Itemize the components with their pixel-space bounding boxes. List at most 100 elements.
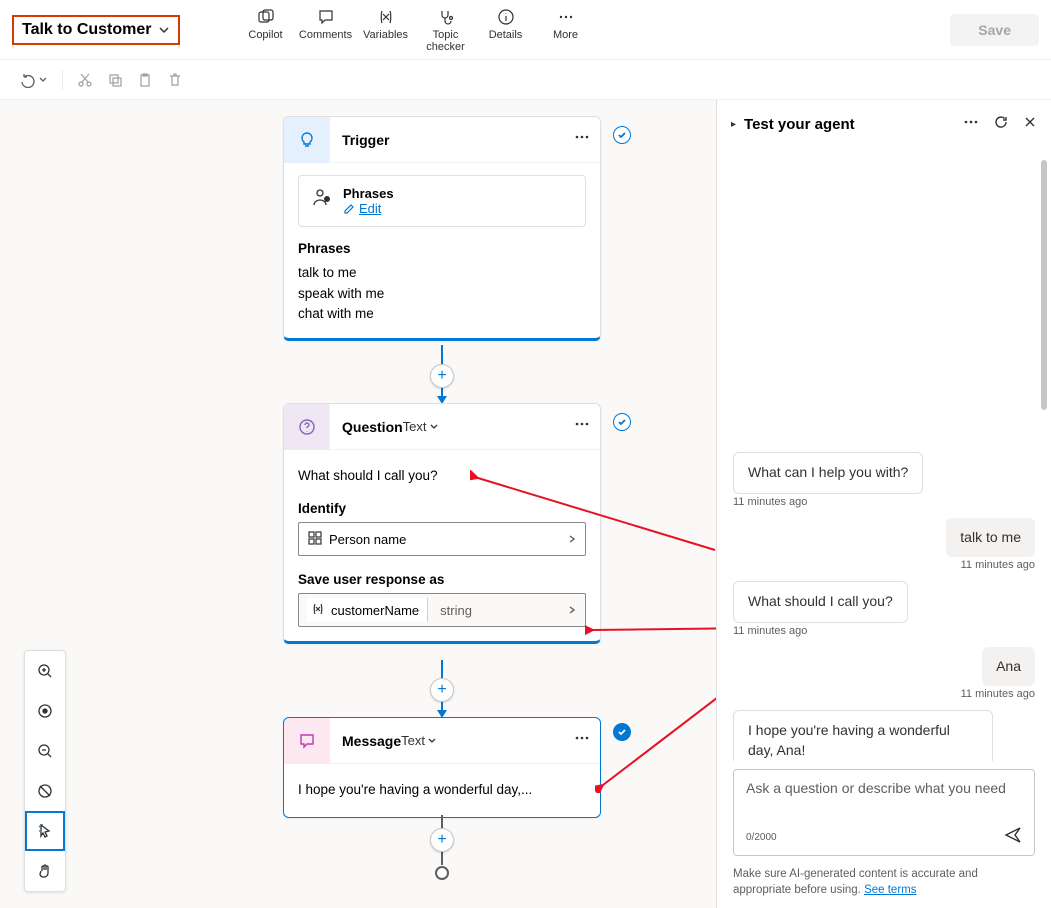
chat-message-bot: I hope you're having a wonderful day, An… xyxy=(733,710,1035,760)
chat-timestamp: 11 minutes ago xyxy=(733,496,1035,508)
toolbar-topic-checker[interactable]: Topic checker xyxy=(420,7,472,53)
annotation-arrow xyxy=(585,618,716,638)
status-check-icon xyxy=(613,126,631,144)
chat-message-user: talk to me xyxy=(733,518,1035,558)
phrases-list: Phrases talk to me speak with me chat wi… xyxy=(298,239,586,324)
copilot-icon xyxy=(256,7,276,27)
canvas-area[interactable]: Trigger Phrases Edit Phrases talk to me xyxy=(0,100,716,908)
node-more-button[interactable] xyxy=(574,129,590,150)
chevron-right-icon xyxy=(567,532,577,547)
identify-value: Person name xyxy=(329,532,406,547)
close-button[interactable] xyxy=(1023,115,1037,134)
phrases-box: Phrases Edit xyxy=(298,175,586,227)
toolbar-label: Topic checker xyxy=(420,29,472,53)
status-check-icon xyxy=(613,413,631,431)
topic-name-dropdown[interactable]: Talk to Customer xyxy=(12,15,180,45)
collapse-icon[interactable]: ▸ xyxy=(731,119,736,130)
toolbar-comments[interactable]: Comments xyxy=(300,7,352,53)
minimap-button[interactable] xyxy=(25,771,65,811)
test-pane: ▸ Test your agent What can I help you wi… xyxy=(716,100,1051,908)
chat-message-bot: What should I call you? xyxy=(733,581,1035,623)
toolbar-group: Copilot Comments Variables Topic checker… xyxy=(240,7,592,53)
more-button[interactable] xyxy=(963,114,979,135)
node-subtype-dropdown[interactable]: Text xyxy=(401,733,437,748)
chat-disclaimer: Make sure AI-generated content is accura… xyxy=(717,866,1051,908)
variable-icon xyxy=(311,602,325,619)
add-node-button[interactable]: + xyxy=(430,678,454,702)
node-trigger[interactable]: Trigger Phrases Edit Phrases talk to me xyxy=(283,116,601,341)
node-title: Message xyxy=(342,733,401,749)
entity-icon xyxy=(307,530,323,549)
info-icon xyxy=(496,7,516,27)
chat-scroll[interactable]: What can I help you with? 11 minutes ago… xyxy=(717,148,1051,761)
toolbar-more[interactable]: More xyxy=(540,7,592,53)
delete-button[interactable] xyxy=(167,72,183,88)
secondary-toolbar xyxy=(0,60,1051,100)
node-message[interactable]: Message Text I hope you're having a wond… xyxy=(283,717,601,818)
status-check-icon xyxy=(613,723,631,741)
chat-placeholder: Ask a question or describe what you need xyxy=(746,780,1022,820)
cursor-tool-button[interactable] xyxy=(25,811,65,851)
zoom-fit-button[interactable] xyxy=(25,691,65,731)
chat-message-user: Ana xyxy=(733,647,1035,687)
node-more-button[interactable] xyxy=(574,730,590,751)
add-node-button[interactable]: + xyxy=(430,828,454,852)
top-toolbar: Talk to Customer Copilot Comments Variab… xyxy=(0,0,1051,60)
chat-timestamp: 11 minutes ago xyxy=(733,688,1035,700)
undo-button[interactable] xyxy=(20,72,48,88)
message-icon xyxy=(284,718,330,764)
cut-button[interactable] xyxy=(77,72,93,88)
chevron-down-icon xyxy=(158,24,170,36)
phrase-item: chat with me xyxy=(298,304,586,324)
test-pane-header: ▸ Test your agent xyxy=(717,100,1051,148)
paste-button[interactable] xyxy=(137,72,153,88)
phrases-label: Phrases xyxy=(343,186,394,201)
toolbar-copilot[interactable]: Copilot xyxy=(240,7,292,53)
add-node-button[interactable]: + xyxy=(430,364,454,388)
identify-label: Identify xyxy=(298,501,586,516)
test-pane-title: Test your agent xyxy=(744,116,855,133)
copy-button[interactable] xyxy=(107,72,123,88)
toolbar-variables[interactable]: Variables xyxy=(360,7,412,53)
phrase-item: talk to me xyxy=(298,263,586,283)
toolbar-label: Comments xyxy=(299,29,352,41)
zoom-in-button[interactable] xyxy=(25,651,65,691)
node-more-button[interactable] xyxy=(574,416,590,437)
toolbar-label: More xyxy=(553,29,578,41)
chat-input[interactable]: Ask a question or describe what you need… xyxy=(733,769,1035,856)
save-as-label: Save user response as xyxy=(298,572,586,587)
annotation-arrow xyxy=(595,683,716,793)
send-button[interactable] xyxy=(1004,826,1022,849)
chat-timestamp: 11 minutes ago xyxy=(733,625,1035,637)
question-prompt: What should I call you? xyxy=(298,462,586,491)
see-terms-link[interactable]: See terms xyxy=(864,884,916,896)
variables-icon xyxy=(376,7,396,27)
refresh-button[interactable] xyxy=(993,114,1009,135)
chat-timestamp: 11 minutes ago xyxy=(733,559,1035,571)
lightbulb-icon xyxy=(284,117,330,163)
more-icon xyxy=(556,7,576,27)
comment-icon xyxy=(316,7,336,27)
stethoscope-icon xyxy=(436,7,456,27)
topic-name-label: Talk to Customer xyxy=(22,21,152,39)
toolbar-label: Copilot xyxy=(248,29,282,41)
toolbar-label: Details xyxy=(489,29,523,41)
edit-phrases-link[interactable]: Edit xyxy=(343,201,394,216)
variable-name: customerName xyxy=(331,603,419,618)
end-node xyxy=(435,866,449,880)
phrases-heading: Phrases xyxy=(298,239,586,259)
chevron-right-icon xyxy=(567,603,577,618)
toolbar-label: Variables xyxy=(363,29,408,41)
node-subtype-dropdown[interactable]: Text xyxy=(403,419,439,434)
node-question[interactable]: Question Text What should I call you? Id… xyxy=(283,403,601,644)
variable-type: string xyxy=(434,603,472,618)
save-button[interactable]: Save xyxy=(950,14,1039,46)
toolbar-details[interactable]: Details xyxy=(480,7,532,53)
scrollbar-thumb[interactable] xyxy=(1041,160,1047,410)
zoom-out-button[interactable] xyxy=(25,731,65,771)
hand-tool-button[interactable] xyxy=(25,851,65,891)
variable-field[interactable]: customerName string xyxy=(298,593,586,627)
zoom-controls xyxy=(24,650,66,892)
identify-field[interactable]: Person name xyxy=(298,522,586,556)
node-title: Question xyxy=(342,419,403,435)
